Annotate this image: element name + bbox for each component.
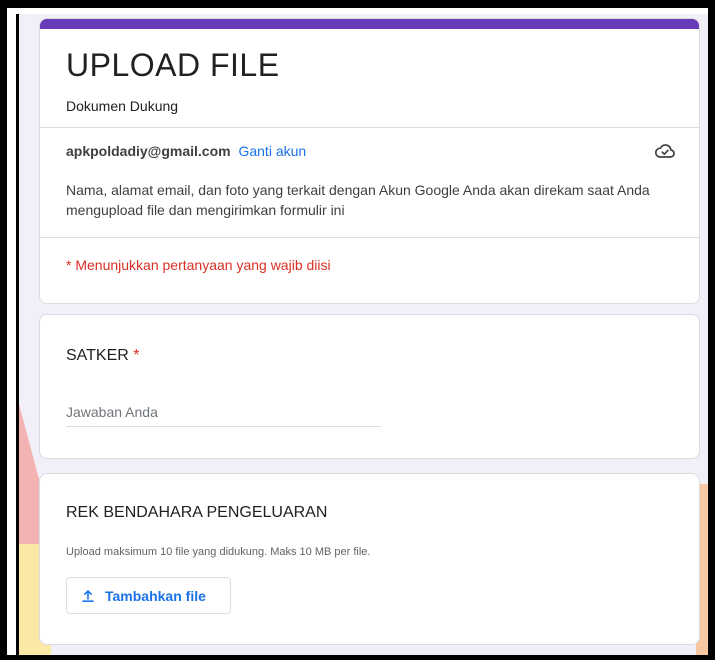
satker-answer-input[interactable]	[66, 397, 381, 427]
form-page: UPLOAD FILE Dokumen Dukung apkpoldadiy@g…	[16, 14, 708, 655]
upload-helper-text: Upload maksimum 10 file yang didukung. M…	[66, 546, 371, 558]
question-card-rek: REK BENDAHARA PENGELUARAN Upload maksimu…	[39, 473, 700, 645]
account-row: apkpoldadiy@gmail.com Ganti akun	[66, 143, 306, 159]
form-description: Dokumen Dukung	[66, 98, 179, 114]
privacy-notice: Nama, alamat email, dan foto yang terkai…	[66, 182, 650, 218]
add-file-label: Tambahkan file	[105, 587, 206, 604]
upload-icon	[81, 589, 95, 603]
required-asterisk: *	[133, 347, 140, 364]
cloud-done-icon	[653, 139, 677, 163]
form-header-card: UPLOAD FILE Dokumen Dukung apkpoldadiy@g…	[39, 18, 700, 304]
form-title: UPLOAD FILE	[66, 47, 280, 83]
question-title: SATKER	[66, 347, 129, 364]
add-file-button[interactable]: Tambahkan file	[66, 577, 231, 614]
account-email: apkpoldadiy@gmail.com	[66, 143, 231, 159]
divider	[40, 237, 699, 238]
screenshot-frame: UPLOAD FILE Dokumen Dukung apkpoldadiy@g…	[0, 0, 715, 660]
question-label-satker: SATKER *	[66, 347, 140, 365]
question-title: REK BENDAHARA PENGELUARAN	[66, 504, 328, 521]
header-accent-bar	[40, 19, 699, 29]
switch-account-link[interactable]: Ganti akun	[238, 143, 306, 159]
divider	[40, 127, 699, 128]
question-card-satker: SATKER *	[39, 314, 700, 459]
required-note: * Menunjukkan pertanyaan yang wajib diis…	[66, 257, 331, 273]
